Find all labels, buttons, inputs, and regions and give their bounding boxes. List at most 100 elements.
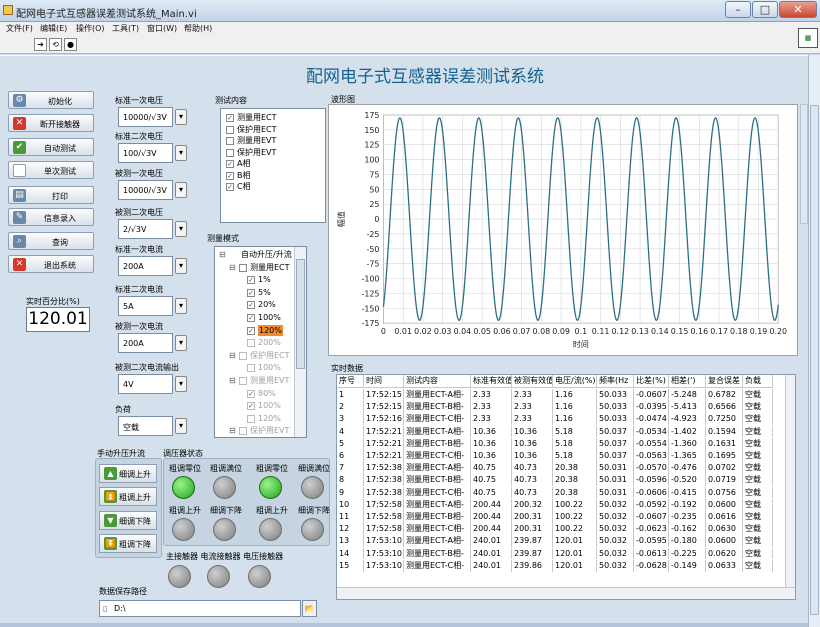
measure-mode-item[interactable]: ⊟ 保护用ECT — [215, 350, 295, 362]
param-value[interactable]: 200A — [118, 333, 173, 353]
column-header[interactable]: 测试内容 — [404, 375, 471, 388]
tree-toggle-icon[interactable]: ⊟ — [229, 262, 236, 273]
minimize-button[interactable]: – — [725, 1, 751, 18]
side-button-3[interactable]: 单次测试 — [8, 161, 94, 179]
table-row[interactable]: 6 17:52:21 测量用ECT-C相- 10.36 10.36 5.18 50.037-… — [337, 450, 785, 462]
side-button-1[interactable]: ✕ 断开接触器 — [8, 114, 94, 132]
tree-toggle-icon[interactable]: ⊟ — [229, 350, 236, 361]
menu-edit[interactable]: 编辑(E) — [40, 23, 67, 34]
manual-button-0[interactable]: ▲ 细调上升 — [99, 464, 157, 483]
table-row[interactable]: 8 17:52:38 测量用ECT-B相- 40.75 40.73 20.38 50.031… — [337, 474, 785, 487]
measure-mode-item[interactable]: ✓ 1% — [215, 274, 295, 286]
param-value[interactable]: 2/√3V — [118, 219, 173, 239]
param-value[interactable]: 5A — [118, 296, 173, 316]
dropdown-arrow-icon[interactable]: ▾ — [175, 335, 187, 351]
column-header[interactable]: 负载 — [743, 375, 773, 388]
column-header[interactable]: 相差(') — [669, 375, 706, 388]
checkbox[interactable] — [239, 263, 247, 272]
table-horizontal-scrollbar[interactable] — [337, 587, 795, 599]
checkbox[interactable]: ✓ — [247, 314, 255, 322]
run-continuous-icon[interactable]: ⟲ — [49, 38, 62, 51]
test-content-item[interactable]: 保护用EVT — [224, 147, 324, 159]
table-row[interactable]: 7 17:52:38 测量用ECT-A相- 40.75 40.73 20.38 50.031… — [337, 462, 785, 474]
graph-palette[interactable] — [800, 104, 808, 224]
checkbox[interactable] — [226, 137, 234, 145]
measure-mode-item[interactable]: ✓ 100% — [215, 312, 295, 324]
table-row[interactable]: 12 17:52:58 测量用ECT-C相- 200.44 200.31 100.22 50… — [337, 523, 785, 535]
menu-window[interactable]: 窗口(W) — [147, 23, 177, 34]
tree-toggle-icon[interactable]: ⊟ — [219, 249, 226, 260]
menu-operate[interactable]: 操作(O) — [76, 23, 105, 34]
param-value[interactable]: 4V — [118, 374, 173, 394]
dropdown-arrow-icon[interactable]: ▾ — [175, 182, 187, 198]
test-content-item[interactable]: 保护用ECT — [224, 124, 324, 136]
column-header[interactable]: 频率(Hz — [597, 375, 634, 388]
dropdown-arrow-icon[interactable]: ▾ — [175, 376, 187, 392]
column-header[interactable]: 复合误差 — [706, 375, 743, 388]
measure-mode-item[interactable]: ⊟ 测量用ECT — [215, 262, 295, 274]
column-header[interactable]: 被测有效值 — [512, 375, 553, 388]
measure-mode-item[interactable]: ✓ 120% — [215, 324, 295, 337]
measure-mode-item[interactable]: 100% — [215, 362, 295, 374]
checkbox[interactable] — [226, 125, 234, 134]
checkbox[interactable] — [239, 377, 247, 385]
test-content-item[interactable]: 测量用EVT — [224, 135, 324, 147]
measure-mode-item[interactable]: 200% — [215, 337, 295, 349]
measure-mode-item[interactable]: ✓ 100% — [215, 400, 295, 412]
column-header[interactable]: 电压/流(%) — [553, 375, 597, 388]
side-button-7[interactable]: ✕ 退出系统 — [8, 255, 94, 273]
table-row[interactable]: 4 17:52:21 测量用ECT-A相- 10.36 10.36 5.18 50.037-… — [337, 425, 785, 438]
realtime-data-table[interactable]: 序号 时间 测试内容 标准有效值 被测有效值 电压/流(%) 频率(Hz 比差(%) 相差(')… — [336, 374, 796, 600]
measure-mode-item[interactable]: ⊟ 测量用EVT — [215, 375, 295, 387]
param-value[interactable]: 100/√3V — [118, 143, 173, 163]
checkbox[interactable]: ✓ — [247, 402, 255, 411]
test-content-listbox[interactable]: ✓ 测量用ECT 保护用ECT 测量用EVT 保护用EVT ✓ A相 ✓ B相 ✓ C相 — [220, 108, 326, 223]
table-row[interactable]: 15 17:53:10 测量用ECT-C相- 240.01 239.86 120.01 50… — [337, 559, 785, 572]
measure-mode-scrollbar[interactable] — [294, 247, 306, 437]
measure-mode-item[interactable]: 120% — [215, 413, 295, 425]
table-row[interactable]: 11 17:52:58 测量用ECT-B相- 200.44 200.31 100.22 50… — [337, 511, 785, 523]
save-path-field[interactable]: ▯ D:\ — [99, 600, 301, 617]
table-row[interactable]: 2 17:52:15 测量用ECT-B相- 2.33 2.33 1.16 50.033 -0.… — [337, 401, 785, 413]
checkbox[interactable] — [239, 427, 247, 436]
checkbox[interactable]: ✓ — [226, 183, 234, 191]
table-row[interactable]: 5 17:52:21 测量用ECT-B相- 10.36 10.36 5.18 50.037-… — [337, 437, 785, 450]
test-content-item[interactable]: ✓ C相 — [224, 181, 324, 193]
menu-tools[interactable]: 工具(T) — [112, 23, 139, 34]
side-button-6[interactable]: ⌕ 查询 — [8, 232, 94, 250]
dropdown-arrow-icon[interactable]: ▾ — [175, 418, 187, 434]
folder-browse-icon[interactable]: 📂 — [302, 600, 317, 617]
manual-button-3[interactable]: ⏬ 粗调下降 — [99, 534, 157, 553]
column-header[interactable]: 比差(%) — [634, 375, 669, 388]
column-header[interactable]: 标准有效值 — [471, 375, 512, 388]
checkbox[interactable] — [226, 148, 234, 157]
param-value[interactable]: 空载 — [118, 416, 173, 436]
param-value[interactable]: 10000/√3V — [118, 107, 173, 127]
dropdown-arrow-icon[interactable]: ▾ — [175, 109, 187, 125]
manual-button-2[interactable]: ▼ 细调下降 — [99, 511, 157, 530]
checkbox[interactable]: ✓ — [226, 114, 234, 122]
checkbox[interactable]: ✓ — [247, 301, 255, 310]
checkbox[interactable] — [239, 351, 247, 360]
side-button-0[interactable]: ⚙ 初始化 — [8, 91, 94, 109]
column-header[interactable]: 序号 — [337, 375, 364, 388]
checkbox[interactable]: ✓ — [226, 171, 234, 180]
table-vertical-scrollbar[interactable] — [785, 375, 795, 587]
table-row[interactable]: 1 17:52:15 测量用ECT-A相- 2.33 2.33 1.16 50.033 -0.… — [337, 389, 785, 401]
scrollbar-thumb[interactable] — [296, 259, 305, 369]
dropdown-arrow-icon[interactable]: ▾ — [175, 221, 187, 237]
param-value[interactable]: 10000/√3V — [118, 180, 173, 200]
side-button-2[interactable]: ✔ 自动测试 — [8, 138, 94, 156]
measure-mode-item[interactable]: ✓ 5% — [215, 287, 295, 299]
panel-vertical-scrollbar[interactable] — [808, 55, 820, 627]
measure-mode-item[interactable]: ✓ 80% — [215, 388, 295, 400]
scrollbar-thumb[interactable] — [810, 105, 819, 615]
param-value[interactable]: 200A — [118, 256, 173, 276]
table-row[interactable]: 10 17:52:58 测量用ECT-A相- 200.44 200.32 100.22 50… — [337, 498, 785, 511]
measure-mode-item[interactable]: ✓ 20% — [215, 299, 295, 311]
dropdown-arrow-icon[interactable]: ▾ — [175, 298, 187, 314]
checkbox[interactable]: ✓ — [226, 160, 234, 168]
maximize-button[interactable]: □ — [752, 1, 778, 18]
tree-toggle-icon[interactable]: ⊟ — [229, 375, 236, 386]
dropdown-arrow-icon[interactable]: ▾ — [175, 145, 187, 161]
